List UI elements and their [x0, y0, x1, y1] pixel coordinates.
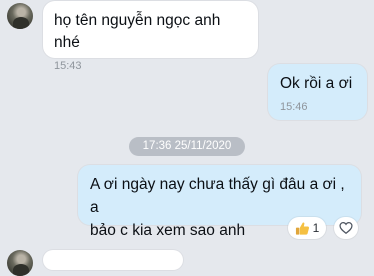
outgoing-message[interactable]: Ok rồi a ơi 15:46: [268, 64, 367, 120]
incoming-message[interactable]: họ tên nguyễn ngọc anh nhé 15:43: [43, 1, 258, 72]
heart-outline-icon: [339, 221, 353, 235]
contact-avatar[interactable]: [7, 250, 33, 276]
reaction-badge[interactable]: 1: [288, 217, 326, 239]
like-button[interactable]: [334, 217, 358, 239]
message-time: 15:46: [280, 101, 308, 113]
incoming-message-partial[interactable]: [43, 250, 183, 270]
message-text: Ok rồi a ơi: [280, 75, 353, 92]
contact-avatar[interactable]: [7, 3, 33, 29]
message-text: họ tên nguyễn ngọc anh nhé: [54, 12, 225, 51]
date-separator: 17:36 25/11/2020: [129, 137, 245, 156]
thumbs-up-icon: [295, 221, 310, 236]
reaction-count: 1: [312, 221, 320, 235]
outgoing-message[interactable]: A ơi ngày nay chưa thấy gì đâu a ơi , a …: [78, 165, 361, 239]
message-time: 15:43: [54, 60, 82, 72]
